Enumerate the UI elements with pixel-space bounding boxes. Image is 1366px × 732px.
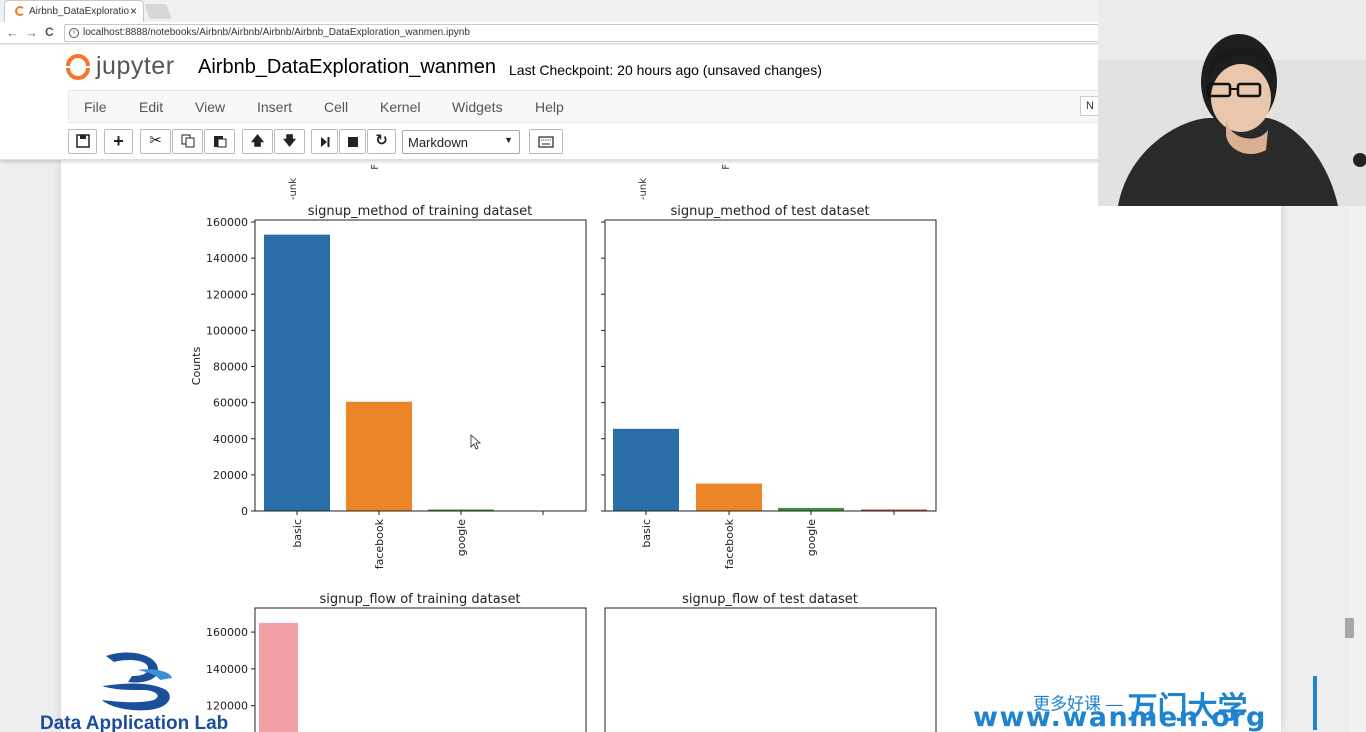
save-icon — [75, 134, 90, 148]
cut-button[interactable]: ✂ — [140, 129, 171, 154]
kernel-indicator[interactable]: N — [1080, 96, 1100, 116]
prev-tick-label: -unk — [288, 178, 299, 200]
chevron-down-icon: ▼ — [504, 135, 513, 145]
menu-widgets[interactable]: Widgets — [452, 99, 503, 115]
paste-icon — [213, 136, 226, 148]
cell-type-value: Markdown — [408, 135, 468, 150]
jupyter-logo-icon[interactable] — [66, 54, 92, 80]
dal-logo-text: Data Application Lab — [40, 713, 229, 732]
x-tick-label: basic — [640, 519, 653, 548]
move-down-icon: 🡇 — [282, 133, 297, 148]
y-tick-label: 120000 — [206, 288, 248, 301]
scrollbar-thumb[interactable] — [1345, 618, 1354, 638]
paste-button[interactable] — [204, 129, 235, 154]
chart-title: signup_flow of training dataset — [319, 592, 520, 607]
bar — [696, 483, 762, 511]
plot-frame — [604, 607, 937, 732]
x-tick-label: google — [805, 519, 818, 556]
x-tick-label: google — [455, 519, 468, 556]
stop-button[interactable] — [339, 129, 366, 154]
run-icon — [320, 137, 329, 147]
menu-edit[interactable]: Edit — [139, 99, 163, 115]
page-scrollbar[interactable] — [1350, 205, 1366, 732]
x-tick-label: facebook — [373, 518, 386, 569]
stop-icon — [347, 137, 358, 147]
prev-tick-label: F — [370, 164, 381, 170]
notebook-title[interactable]: Airbnb_DataExploration_wanmen — [198, 56, 496, 79]
bar — [613, 428, 679, 511]
menu-cell[interactable]: Cell — [324, 99, 348, 115]
save-button[interactable] — [68, 129, 97, 154]
menu-insert[interactable]: Insert — [257, 99, 292, 115]
y-axis-label: Counts — [190, 347, 203, 386]
move-up-icon: 🡅 — [250, 133, 265, 148]
dal-logo-icon — [102, 652, 172, 711]
copy-button[interactable] — [172, 129, 203, 154]
y-tick-label: 140000 — [206, 252, 248, 265]
keyboard-icon — [538, 136, 554, 148]
x-tick-label: basic — [291, 519, 304, 548]
y-tick-label: 0 — [241, 505, 248, 518]
chart-title: signup_method of test dataset — [670, 204, 869, 219]
command-palette-button[interactable] — [529, 129, 563, 154]
presenter-video-image — [1098, 0, 1366, 206]
copy-icon — [181, 134, 194, 148]
run-button[interactable] — [311, 129, 338, 154]
cut-icon: ✂ — [149, 132, 162, 149]
presenter-webcam — [1098, 0, 1366, 206]
y-tick-label: 40000 — [213, 433, 248, 446]
plot-frame — [254, 607, 587, 732]
move-down-button[interactable]: 🡇 — [274, 129, 305, 154]
add-cell-button[interactable]: + — [104, 129, 133, 154]
wanmen-url: www.wanmen.org — [973, 702, 1267, 732]
data-application-lab-logo: Data Application Lab — [38, 650, 258, 732]
y-tick-label: 20000 — [213, 469, 248, 482]
bar — [346, 401, 412, 511]
mouse-cursor-icon — [470, 434, 482, 450]
move-up-button[interactable]: 🡅 — [242, 129, 273, 154]
chart-title: signup_flow of test dataset — [682, 592, 858, 607]
prev-tick-label: F — [721, 164, 732, 170]
y-tick-label: 160000 — [206, 626, 248, 639]
y-tick-label: 80000 — [213, 361, 248, 374]
watermark-divider — [1313, 676, 1317, 730]
menubar: File Edit View Insert Cell Kernel Widget… — [68, 90, 1108, 123]
y-tick-label: 100000 — [206, 324, 248, 337]
jupyter-logo-text[interactable]: jupyter — [96, 52, 175, 81]
restart-button[interactable]: ↻ — [367, 129, 396, 154]
checkpoint-status: Last Checkpoint: 20 hours ago (unsaved c… — [509, 62, 822, 78]
menu-file[interactable]: File — [84, 99, 107, 115]
add-cell-icon: + — [113, 131, 124, 151]
bar — [259, 622, 298, 732]
chart-title: signup_method of training dataset — [308, 204, 533, 219]
y-tick-label: 60000 — [213, 397, 248, 410]
menu-view[interactable]: View — [195, 99, 225, 115]
menu-kernel[interactable]: Kernel — [380, 99, 420, 115]
restart-icon: ↻ — [375, 132, 388, 149]
y-tick-label: 160000 — [206, 216, 248, 229]
x-tick-label: facebook — [723, 518, 736, 569]
cell-type-select[interactable]: Markdown ▼ — [402, 130, 520, 154]
menu-help[interactable]: Help — [535, 99, 564, 115]
prev-tick-label: -unk — [638, 178, 649, 200]
bar — [264, 234, 330, 512]
